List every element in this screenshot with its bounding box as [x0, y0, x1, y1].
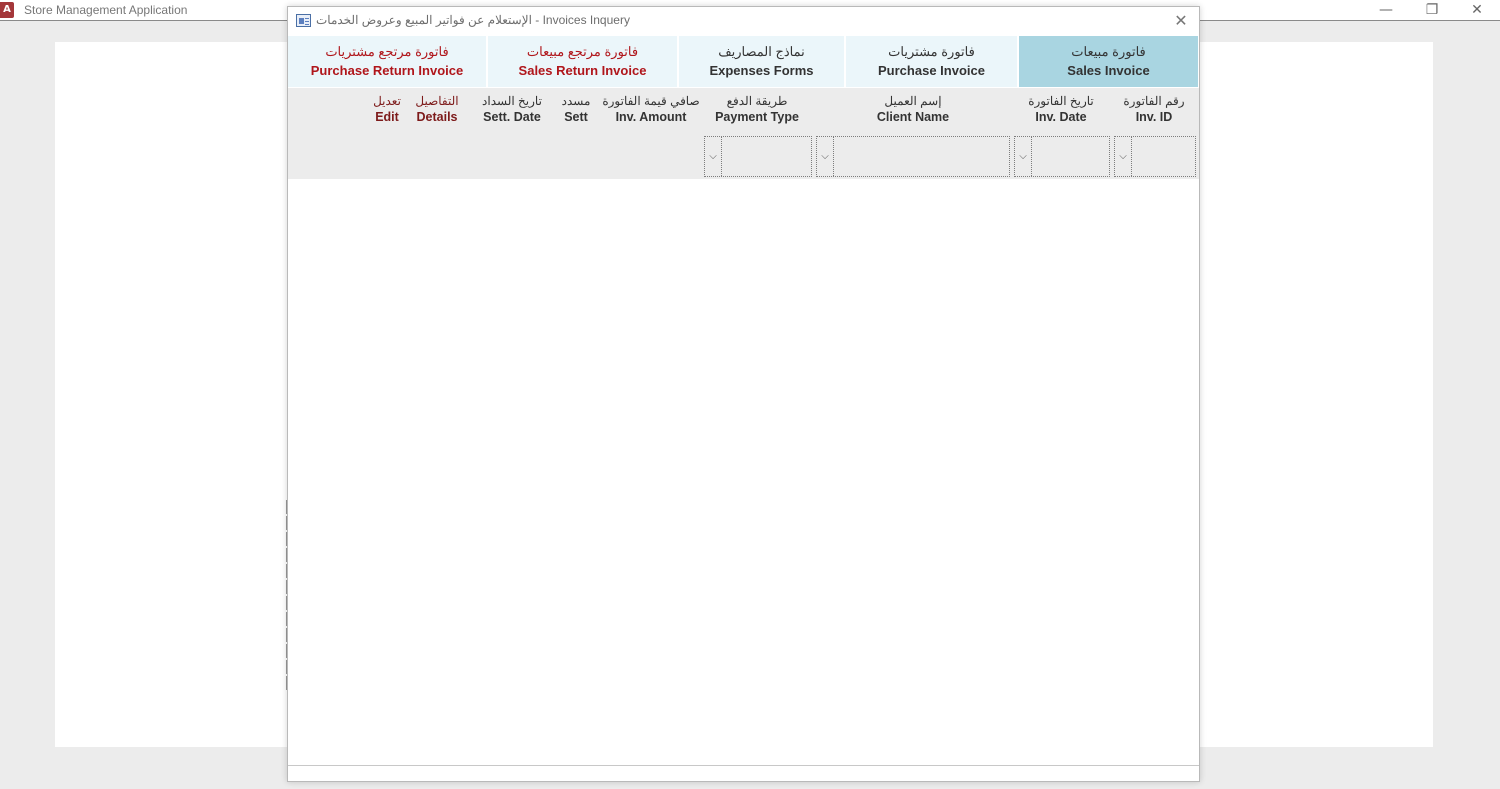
tab-label-en: Sales Invoice: [1067, 63, 1150, 78]
client-name-filter-value[interactable]: [833, 137, 1009, 176]
tab-label-en: Purchase Return Invoice: [310, 63, 464, 78]
tab-label-en: Purchase Invoice: [878, 63, 985, 78]
header-ar: رقم الفاتورة: [1123, 94, 1185, 108]
inv-date-filter-combo[interactable]: ⌵: [1014, 136, 1110, 177]
column-header-details: التفاصيل Details: [412, 94, 462, 124]
header-ar: تعديل: [373, 94, 401, 108]
inv-id-filter-combo[interactable]: ⌵: [1114, 136, 1196, 177]
header-en: Client Name: [876, 110, 950, 124]
tab-sales-invoice[interactable]: فاتورة مبيعات Sales Invoice: [1019, 36, 1198, 87]
header-ar: التفاصيل: [415, 94, 459, 108]
filter-header-area: رقم الفاتورة Inv. ID تاريخ الفاتورة Inv.…: [288, 88, 1199, 179]
tab-label-ar: فاتورة مشتريات: [888, 44, 975, 59]
header-ar: صافي قيمة الفاتورة: [602, 94, 700, 108]
tab-label-ar: فاتورة مرتجع مبيعات: [526, 44, 639, 59]
column-header-payment-type: طريقة الدفع Payment Type: [705, 94, 809, 124]
column-header-inv-amount: صافي قيمة الفاتورة Inv. Amount: [602, 94, 700, 124]
minimize-button[interactable]: —: [1363, 0, 1409, 21]
header-en: Details: [416, 110, 458, 124]
header-en: Inv. Amount: [615, 110, 687, 124]
chevron-down-icon[interactable]: ⌵: [1016, 149, 1030, 165]
results-list: [288, 179, 1199, 765]
column-header-inv-date: تاريخ الفاتورة Inv. Date: [1013, 94, 1109, 124]
form-titlebar: الإستعلام عن فواتير المبيع وعروض الخدمات…: [288, 7, 1199, 35]
payment-type-filter-value[interactable]: [721, 137, 811, 176]
column-header-client-name: إسم العميل Client Name: [823, 94, 1003, 124]
payment-type-filter-combo[interactable]: ⌵: [704, 136, 812, 177]
tab-label-en: Expenses Forms: [709, 63, 814, 78]
tab-sales-return-invoice[interactable]: فاتورة مرتجع مبيعات Sales Return Invoice: [488, 36, 677, 87]
tab-label-ar: فاتورة مرتجع مشتريات: [325, 44, 449, 59]
app-close-button[interactable]: ✕: [1454, 0, 1500, 21]
column-header-sett: مسدد Sett: [556, 94, 596, 124]
header-ar: تاريخ السداد: [482, 94, 542, 108]
chevron-down-icon[interactable]: ⌵: [706, 149, 720, 165]
header-en: Edit: [375, 110, 399, 124]
header-ar: مسدد: [561, 94, 591, 108]
inv-id-filter-value[interactable]: [1131, 137, 1195, 176]
header-en: Inv. Date: [1035, 110, 1087, 124]
tab-label-ar: نماذج المصاريف: [718, 44, 805, 59]
tab-expenses-forms[interactable]: نماذج المصاريف Expenses Forms: [679, 36, 844, 87]
column-header-inv-id: رقم الفاتورة Inv. ID: [1110, 94, 1198, 124]
chevron-down-icon[interactable]: ⌵: [818, 149, 832, 165]
restore-button[interactable]: ❐: [1409, 0, 1455, 21]
tab-purchase-return-invoice[interactable]: فاتورة مرتجع مشتريات Purchase Return Inv…: [288, 36, 486, 87]
tab-label-en: Sales Return Invoice: [518, 63, 647, 78]
header-ar: إسم العميل: [884, 94, 942, 108]
tab-divider: [1017, 36, 1019, 87]
inv-date-filter-value[interactable]: [1031, 137, 1109, 176]
tab-divider: [844, 36, 846, 87]
header-ar: طريقة الدفع: [726, 94, 788, 108]
header-en: Sett. Date: [483, 110, 541, 124]
column-header-sett-date: تاريخ السداد Sett. Date: [477, 94, 547, 124]
invoices-inquiry-form: الإستعلام عن فواتير المبيع وعروض الخدمات…: [287, 6, 1200, 782]
close-icon[interactable]: ✕: [1171, 11, 1191, 31]
chevron-down-icon[interactable]: ⌵: [1116, 149, 1130, 165]
access-logo-icon: A: [0, 2, 14, 18]
tab-purchase-invoice[interactable]: فاتورة مشتريات Purchase Invoice: [846, 36, 1017, 87]
app-title: Store Management Application: [24, 3, 188, 17]
tab-divider: [486, 36, 488, 87]
header-en: Inv. ID: [1135, 110, 1173, 124]
header-en: Sett: [564, 110, 588, 124]
tab-divider: [677, 36, 679, 87]
form-title: الإستعلام عن فواتير المبيع وعروض الخدمات…: [316, 13, 630, 27]
client-name-filter-combo[interactable]: ⌵: [816, 136, 1010, 177]
form-footer-divider: [288, 765, 1199, 766]
form-icon: [296, 14, 311, 27]
tab-label-ar: فاتورة مبيعات: [1071, 44, 1146, 59]
column-header-edit: تعديل Edit: [367, 94, 407, 124]
header-en: Payment Type: [715, 110, 799, 124]
header-ar: تاريخ الفاتورة: [1028, 94, 1094, 108]
